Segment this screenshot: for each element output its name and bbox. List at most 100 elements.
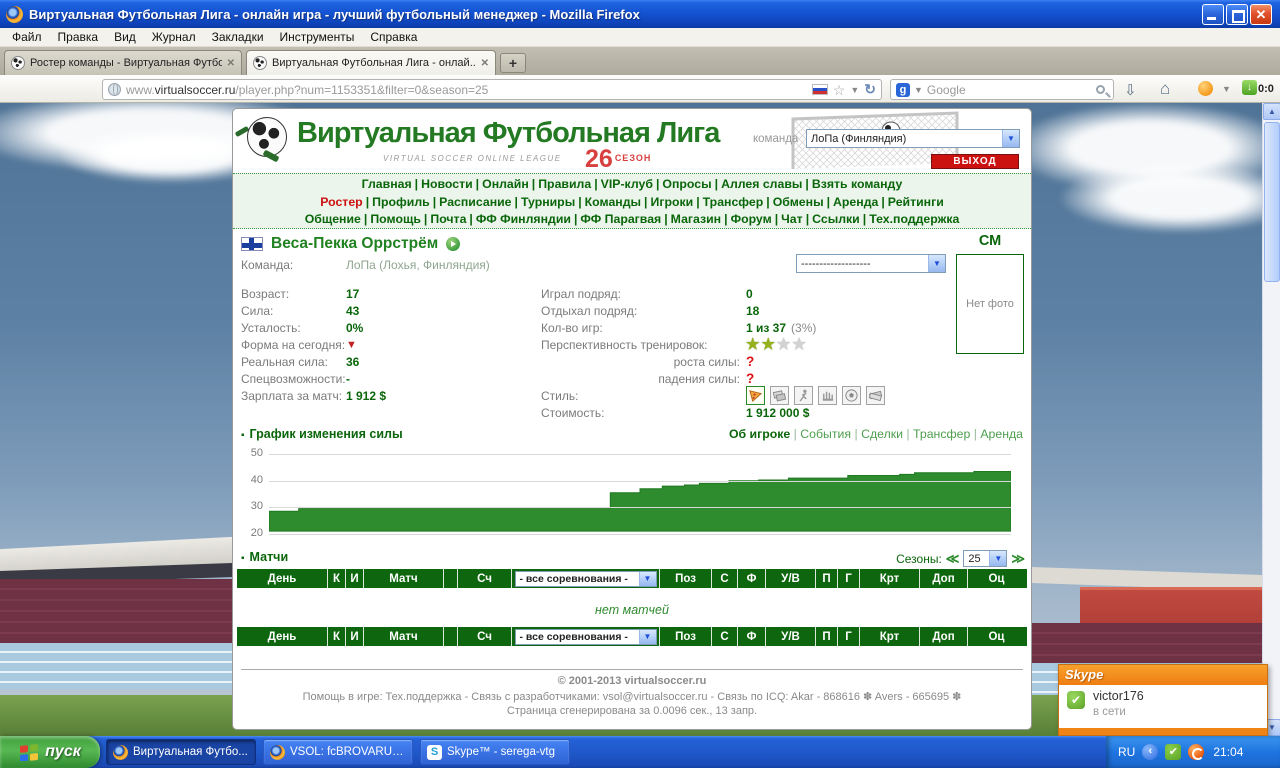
site-menu-link[interactable]: Правила [538, 177, 591, 191]
site-menu-link[interactable]: Профиль [372, 195, 430, 209]
style-hand-icon[interactable] [818, 386, 837, 405]
menubar-item[interactable]: Файл [4, 30, 50, 44]
site-menu-link[interactable]: Форум [731, 212, 772, 226]
player-tab-link[interactable]: Сделки [861, 427, 903, 441]
site-menu-link[interactable]: Команды [585, 195, 641, 209]
style-runner-icon[interactable] [794, 386, 813, 405]
player-tab-link[interactable]: События [800, 427, 851, 441]
site-identity-globe-icon[interactable] [108, 83, 121, 96]
site-menu-link[interactable]: ФФ Финляндии [476, 212, 571, 226]
addon-smiley-icon[interactable] [1198, 81, 1213, 96]
url-bar[interactable]: www.virtualsoccer.ru/player.php?num=1153… [102, 79, 882, 100]
site-menu-link[interactable]: Опросы [662, 177, 711, 191]
site-menu-link[interactable]: Взять команду [812, 177, 903, 191]
browser-tab[interactable]: Ростер команды - Виртуальная Футбо... ✕ [4, 50, 242, 75]
chevron-down-icon[interactable]: ▼ [989, 551, 1007, 566]
taskbar-task-skype[interactable]: S Skype™ - serega-vtg [420, 739, 570, 765]
site-menu-link[interactable]: Магазин [671, 212, 721, 226]
style-pizza-icon[interactable] [746, 386, 765, 405]
site-menu-link[interactable]: VIP-клуб [601, 177, 653, 191]
scroll-up-icon[interactable]: ▲ [1263, 103, 1280, 120]
match-column-competition-select[interactable]: - все соревнования - ▼ [512, 569, 660, 588]
search-bar[interactable]: g ▼ Google [890, 79, 1114, 100]
competition-select[interactable]: - все соревнования - ▼ [514, 628, 657, 645]
close-button[interactable] [1250, 3, 1272, 25]
search-magnifier-icon[interactable] [1096, 85, 1105, 94]
menubar-item[interactable]: Справка [362, 30, 425, 44]
site-menu-link[interactable]: Почта [430, 212, 466, 226]
reload-icon[interactable]: ↻ [864, 81, 876, 98]
minimize-button[interactable] [1202, 3, 1224, 25]
site-menu-link[interactable]: Общение [305, 212, 361, 226]
site-menu-link[interactable]: ФФ Парагвая [580, 212, 661, 226]
url-dropdown-icon[interactable]: ▼ [850, 85, 859, 95]
site-menu-link[interactable]: Турниры [521, 195, 575, 209]
page-scrollbar[interactable]: ▲ ▼ [1262, 103, 1280, 736]
url-text[interactable]: www.virtualsoccer.ru/player.php?num=1153… [126, 83, 807, 97]
start-button[interactable]: пуск [0, 736, 100, 768]
next-seasons-icon[interactable]: ≫ [1011, 551, 1025, 567]
site-menu-link[interactable]: Обмены [773, 195, 824, 209]
search-input[interactable]: Google [927, 83, 1092, 97]
site-menu-link[interactable]: Рейтинги [888, 195, 944, 209]
chevron-down-icon[interactable]: ▼ [928, 255, 945, 272]
tray-orange-icon[interactable] [1188, 744, 1205, 760]
question-mark-icon[interactable]: ? [746, 371, 754, 386]
browser-tab[interactable]: Виртуальная Футбольная Лига - онлай... ✕ [246, 50, 496, 75]
menubar-item[interactable]: Закладки [204, 30, 272, 44]
site-menu-link[interactable]: Ссылки [812, 212, 860, 226]
site-menu-link[interactable]: Новости [421, 177, 473, 191]
match-column-competition-select[interactable]: - все соревнования - ▼ [512, 627, 660, 646]
chevron-down-icon[interactable]: ▼ [1002, 130, 1019, 147]
style-cards-icon[interactable] [770, 386, 789, 405]
taskbar-task-firefox[interactable]: Виртуальная Футбо... [106, 739, 256, 765]
team-select[interactable]: ЛоПа (Финляндия) ▼ [806, 129, 1020, 148]
menubar-item[interactable]: Журнал [144, 30, 204, 44]
tab-close-icon[interactable]: ✕ [227, 58, 235, 69]
position-select[interactable]: ------------------- ▼ [796, 254, 946, 273]
site-menu-link[interactable]: Онлайн [482, 177, 529, 191]
home-icon[interactable]: ⌂ [1160, 79, 1170, 99]
chevron-down-icon[interactable]: ▼ [638, 571, 656, 586]
logout-button[interactable]: ВЫХОД [931, 154, 1019, 169]
russian-flag-addon-icon[interactable] [811, 84, 828, 95]
language-indicator[interactable]: RU [1118, 745, 1135, 759]
site-menu-link[interactable]: Аллея славы [721, 177, 802, 191]
addon-dropdown-icon[interactable]: ▼ [1222, 84, 1231, 94]
prev-seasons-icon[interactable]: ≪ [946, 551, 960, 567]
competition-select[interactable]: - все соревнования - ▼ [514, 570, 657, 587]
site-menu-link[interactable]: Главная [362, 177, 412, 191]
taskbar-task-firefox[interactable]: VSOL: fcBROVARU - ... [263, 739, 413, 765]
chevron-down-icon[interactable]: ▼ [638, 629, 656, 644]
scrollbar-thumb[interactable] [1264, 122, 1280, 282]
bookmark-star-icon[interactable]: ☆ [833, 83, 846, 97]
site-menu-link[interactable]: Ростер [320, 195, 362, 209]
tab-close-icon[interactable]: ✕ [481, 58, 489, 69]
download-icon[interactable]: ⇩ [1124, 81, 1137, 99]
player-team-value[interactable]: ЛоПа (Лохья, Финляндия) [346, 258, 490, 272]
player-tab-link[interactable]: Трансфер [913, 427, 970, 441]
google-engine-icon[interactable]: g [896, 82, 910, 97]
menubar-item[interactable]: Инструменты [272, 30, 363, 44]
new-tab-button[interactable]: + [500, 53, 526, 73]
menubar-item[interactable]: Вид [106, 30, 144, 44]
site-menu-link[interactable]: Расписание [439, 195, 511, 209]
skype-notification-popup[interactable]: Skype ✔ victor176 в сети [1058, 664, 1268, 736]
site-menu-link[interactable]: Аренда [833, 195, 878, 209]
site-menu-link[interactable]: Игроки [650, 195, 693, 209]
restore-button[interactable] [1226, 3, 1248, 25]
style-ball-icon[interactable] [842, 386, 861, 405]
site-menu-link[interactable]: Трансфер [703, 195, 764, 209]
cm-label[interactable]: СМ [956, 233, 1024, 249]
addon-install-icon[interactable]: ↓ [1242, 80, 1257, 95]
question-mark-icon[interactable]: ? [746, 354, 754, 369]
player-tab-link[interactable]: Аренда [980, 427, 1023, 441]
site-menu-link[interactable]: Помощь [370, 212, 421, 226]
season-select[interactable]: 25 ▼ [963, 550, 1008, 567]
player-tab-about[interactable]: Об игроке [729, 427, 790, 441]
engine-dropdown-icon[interactable]: ▼ [914, 85, 923, 95]
style-banknotes-icon[interactable] [866, 386, 885, 405]
player-link-arrow-icon[interactable] [446, 237, 461, 251]
menubar-item[interactable]: Правка [50, 30, 107, 44]
skype-tray-icon[interactable]: ✔ [1165, 744, 1182, 760]
